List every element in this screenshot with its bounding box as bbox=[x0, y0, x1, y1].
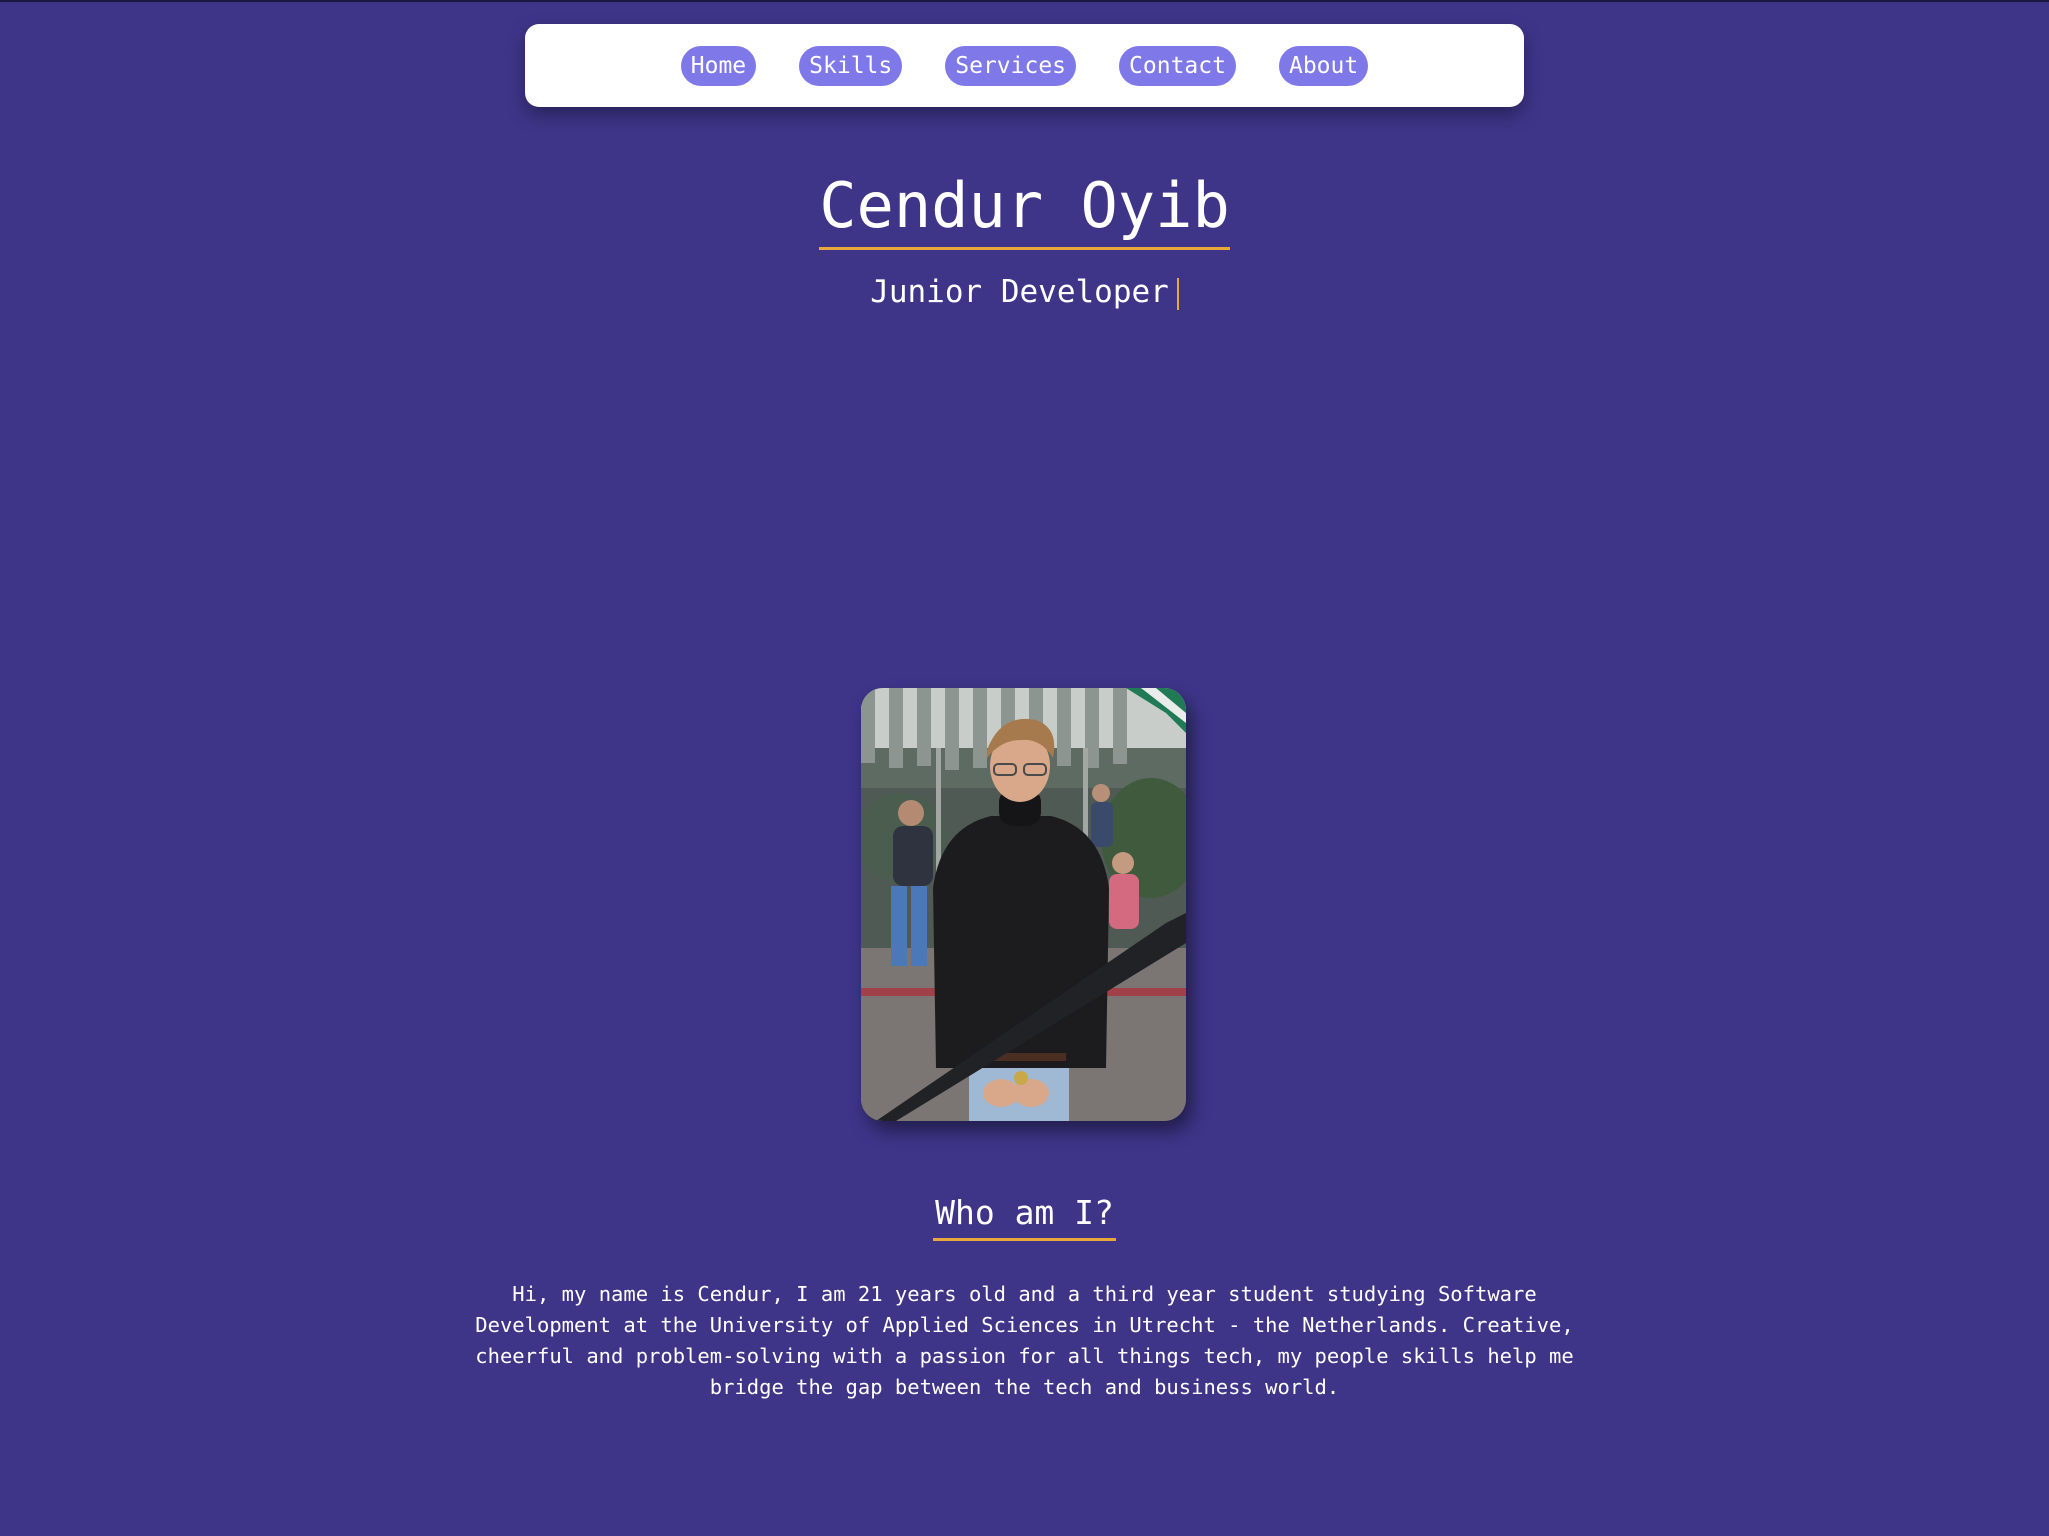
top-nav: Home Skills Services Contact About bbox=[525, 24, 1524, 107]
hero-role-wrap: Junior Developer bbox=[0, 272, 2049, 312]
nav-about-button[interactable]: About bbox=[1278, 45, 1369, 86]
about-heading-wrap: Who am I? bbox=[0, 1190, 2049, 1241]
nav-contact-button[interactable]: Contact bbox=[1119, 45, 1236, 86]
nav-home-button[interactable]: Home bbox=[680, 45, 757, 86]
about-heading: Who am I? bbox=[933, 1190, 1116, 1241]
about-text: Hi, my name is Cendur, I am 21 years old… bbox=[475, 1282, 1574, 1399]
typing-cursor bbox=[1176, 277, 1179, 310]
hero-role: Junior Developer bbox=[870, 274, 1169, 310]
profile-photo bbox=[861, 688, 1186, 1121]
hero-title-wrap: Cendur Oyib bbox=[0, 167, 2049, 250]
nav-skills-button[interactable]: Skills bbox=[799, 45, 903, 86]
hero-name: Cendur Oyib bbox=[819, 167, 1230, 250]
nav-services-button[interactable]: Services bbox=[945, 45, 1077, 86]
